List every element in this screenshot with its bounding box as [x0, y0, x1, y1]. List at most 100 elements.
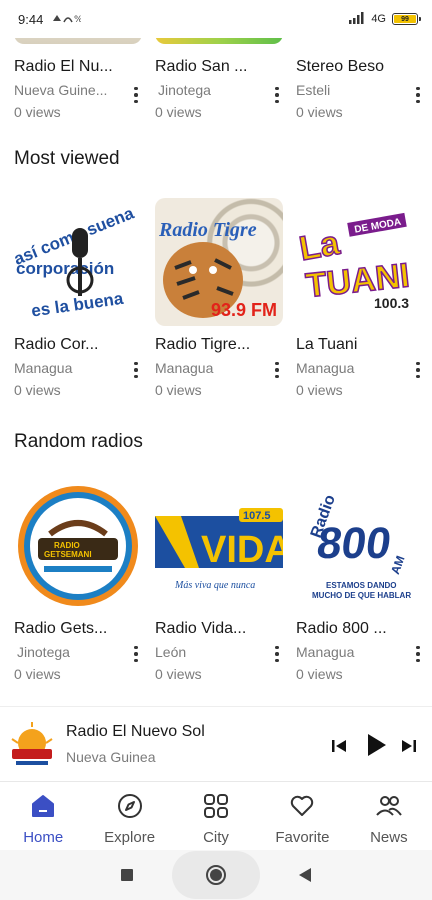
radio-artwork: Radio Tigre 93.9 FM — [155, 198, 283, 326]
now-playing-artwork — [8, 721, 56, 769]
svg-text:Más viva que nunca: Más viva que nunca — [174, 580, 255, 591]
radio-name: Radio El Nu... — [14, 58, 113, 75]
radio-artwork: RADIO GETSEMANI — [14, 482, 142, 610]
more-options-icon[interactable] — [271, 360, 283, 380]
svg-text:es la buena: es la buena — [30, 289, 125, 321]
more-options-icon[interactable] — [130, 644, 142, 664]
radio-card[interactable]: Stereo Beso Esteli 0 views — [296, 38, 424, 120]
previous-icon[interactable] — [328, 735, 350, 757]
radio-card[interactable]: RADIO GETSEMANI Radio Gets... Jinotega 0… — [14, 482, 142, 682]
radio-name: Radio Cor... — [14, 336, 99, 353]
svg-text:AM: AM — [388, 554, 408, 576]
nav-explore[interactable]: Explore — [86, 783, 172, 849]
network-type: 4G — [371, 13, 386, 25]
radio-city: Managua — [155, 360, 214, 376]
radio-views: 0 views — [155, 666, 202, 682]
radio-name: Radio Vida... — [155, 620, 247, 637]
recent-apps-icon[interactable] — [120, 868, 134, 887]
radio-card[interactable]: Radio Tigre 93.9 FM Radio Tigre... Manag… — [155, 198, 283, 398]
radio-artwork: 107.5 VIDA Más viva que nunca — [155, 482, 283, 610]
more-options-icon[interactable] — [412, 360, 424, 380]
radio-name: Radio San ... — [155, 58, 248, 75]
radio-card[interactable]: así como suena corporación es la buena R… — [14, 198, 142, 398]
radio-card[interactable]: DE MODA La TUANI 100.3 La Tuani Managua … — [296, 198, 424, 398]
play-icon[interactable] — [362, 731, 390, 759]
grid-icon — [203, 793, 229, 824]
radio-views: 0 views — [296, 382, 343, 398]
bottom-navigation: Home Explore City Favorite News — [0, 783, 432, 849]
more-options-icon[interactable] — [130, 360, 142, 380]
svg-text:ESTAMOS DANDO: ESTAMOS DANDO — [326, 581, 397, 590]
more-options-icon[interactable] — [271, 644, 283, 664]
radio-city: Esteli — [296, 82, 331, 98]
radio-city: León — [155, 644, 187, 660]
radio-card[interactable]: 107.5 VIDA Más viva que nunca Radio Vida… — [155, 482, 283, 682]
radio-artwork: Radio 800 AM ESTAMOS DANDO MUCHO DE QUE … — [296, 482, 424, 610]
radio-city: Managua — [296, 644, 355, 660]
radio-city: Nueva Guine... — [14, 82, 108, 98]
nav-label: City — [203, 829, 229, 846]
radio-name: Stereo Beso — [296, 58, 385, 75]
compass-icon — [117, 793, 143, 824]
svg-text:RADIO: RADIO — [54, 541, 80, 550]
home-feed[interactable]: Radio El Nu... Nueva Guine... 0 views Ra… — [0, 38, 432, 703]
radio-views: 0 views — [14, 382, 61, 398]
svg-text:Radio Tigre: Radio Tigre — [158, 219, 257, 241]
svg-text:100.3: 100.3 — [374, 295, 409, 311]
nav-favorite[interactable]: Favorite — [259, 783, 345, 849]
system-navigation-bar — [0, 850, 432, 900]
status-time: 9:44 — [18, 11, 44, 27]
nav-news[interactable]: News — [346, 783, 432, 849]
system-back-icon[interactable] — [298, 867, 312, 888]
svg-text:La: La — [297, 224, 344, 269]
svg-text:800: 800 — [314, 519, 394, 568]
radio-card[interactable]: Radio 800 AM ESTAMOS DANDO MUCHO DE QUE … — [296, 482, 424, 682]
radio-views: 0 views — [296, 666, 343, 682]
battery-level: 99 — [401, 15, 409, 23]
people-icon — [375, 793, 403, 824]
radio-views: 0 views — [14, 104, 61, 120]
next-icon[interactable] — [398, 735, 420, 757]
radio-views: 0 views — [296, 104, 343, 120]
radio-card[interactable]: Radio San ... Jinotega 0 views — [155, 38, 283, 120]
system-home-icon[interactable] — [172, 851, 260, 899]
signal-icon — [349, 11, 365, 27]
radio-views: 0 views — [155, 104, 202, 120]
now-playing-title: Radio El Nuevo Sol — [66, 723, 205, 740]
radio-city: Managua — [14, 360, 73, 376]
more-options-icon[interactable] — [412, 644, 424, 664]
radio-artwork: DE MODA La TUANI 100.3 — [296, 198, 424, 326]
nav-label: Home — [23, 829, 64, 846]
radio-name: Radio Tigre... — [155, 336, 251, 353]
radio-views: 0 views — [155, 382, 202, 398]
nav-home[interactable]: Home — [0, 783, 86, 849]
status-bar: 9:44 % 4G 99 — [0, 0, 432, 38]
radio-name: Radio 800 ... — [296, 620, 387, 637]
nav-city[interactable]: City — [173, 783, 259, 849]
radio-artwork: así como suena corporación es la buena — [14, 198, 142, 326]
section-title-random-radios: Random radios — [14, 431, 143, 452]
radio-artwork — [14, 38, 142, 44]
mini-player[interactable]: Radio El Nuevo Sol Nueva Guinea — [0, 706, 432, 782]
svg-text:corporación: corporación — [16, 259, 114, 278]
svg-text:%: % — [74, 15, 81, 24]
radio-artwork — [296, 38, 424, 44]
radio-name: Radio Gets... — [14, 620, 108, 637]
more-options-icon[interactable] — [412, 85, 424, 105]
radio-card[interactable]: Radio El Nu... Nueva Guine... 0 views — [14, 38, 142, 120]
radio-name: La Tuani — [296, 336, 358, 353]
more-options-icon[interactable] — [130, 85, 142, 105]
nav-label: Explore — [104, 829, 156, 846]
notification-icon: % — [51, 12, 83, 27]
now-playing-subtitle: Nueva Guinea — [66, 749, 156, 765]
nav-label: Favorite — [275, 829, 330, 846]
radio-city: Jinotega — [158, 82, 211, 98]
radio-city: Jinotega — [17, 644, 70, 660]
svg-text:GETSEMANI: GETSEMANI — [44, 550, 92, 559]
svg-text:107.5: 107.5 — [243, 510, 271, 522]
battery-icon: 99 — [392, 13, 421, 25]
more-options-icon[interactable] — [271, 85, 283, 105]
svg-text:93.9 FM: 93.9 FM — [211, 300, 277, 320]
home-icon — [30, 793, 56, 824]
nav-label: News — [370, 829, 408, 846]
